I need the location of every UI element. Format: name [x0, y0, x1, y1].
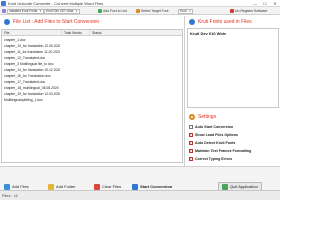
start-conversion-label: Start Conversion	[140, 184, 173, 189]
target-icon	[136, 9, 140, 13]
checkbox[interactable]	[189, 132, 193, 137]
column-header-total-words[interactable]: Total Words	[62, 30, 90, 36]
file-list-title: File List : Add Files to Start Conversio…	[13, 19, 100, 25]
font-select-value: Kruti Dev 010 Vista	[46, 9, 74, 13]
option-label: Show Load Files Options	[195, 133, 238, 137]
folder-icon	[48, 183, 54, 190]
checkbox[interactable]	[189, 156, 193, 161]
column-header-status[interactable]: Status	[90, 30, 182, 36]
checkbox[interactable]	[189, 148, 193, 153]
file-name: Multilingualsplitting_1.doc	[4, 98, 43, 102]
add-font-button[interactable]: Add Font to List	[98, 8, 127, 14]
checkbox[interactable]	[189, 140, 193, 145]
font-icon	[189, 19, 195, 25]
clear-files-label: Clear Files	[102, 184, 122, 189]
chevron-down-icon: ▼	[75, 9, 78, 13]
option-label: Auto Detect Kruti Fonts	[195, 141, 236, 145]
fonts-header: Kruti Fonts used in Files	[185, 16, 281, 28]
option-maintain-frames[interactable]: Maintain Text Frames Formatting	[189, 148, 251, 154]
file-list-panel: File List : Add Files to Start Conversio…	[0, 16, 184, 166]
font-preset-dropdown[interactable]: Installed Kruti Fonts ▼	[2, 8, 44, 14]
clear-icon	[94, 183, 100, 190]
option-show-load-files[interactable]: Show Load Files Options	[189, 132, 238, 138]
font-preset-label: Installed Kruti Fonts	[9, 9, 38, 13]
quit-label: Quit Application	[230, 184, 258, 189]
power-icon	[222, 183, 228, 190]
chevron-down-icon: ▼	[39, 9, 42, 13]
add-icon	[98, 9, 102, 13]
add-folder-label: Add Folder	[56, 184, 76, 189]
table-row[interactable]: Multilingualsplitting_1.doc	[2, 97, 182, 103]
kruti-select[interactable]: Kruti ▼	[178, 8, 194, 14]
add-files-icon	[4, 183, 10, 190]
target-font-dropdown[interactable]: Select Target Font	[136, 8, 168, 14]
settings-title: Settings	[198, 114, 217, 120]
add-files-label: Add Files	[12, 184, 29, 189]
option-auto-start[interactable]: Auto Start Conversion	[189, 124, 233, 130]
target-font-label: Select Target Font	[141, 9, 169, 13]
gear-icon	[189, 114, 195, 120]
option-auto-detect-fonts[interactable]: Auto Detect Kruti Fonts	[189, 140, 235, 146]
file-list-header: File List : Add Files to Start Conversio…	[0, 16, 184, 28]
option-label: Maintain Text Frames Formatting	[195, 149, 252, 153]
unregister-label: Un-Register Software	[235, 9, 268, 13]
option-correct-typing[interactable]: Correct Typing Errors	[189, 156, 232, 162]
font-preset-select[interactable]: Installed Kruti Fonts ▼	[7, 8, 44, 14]
option-label: Correct Typing Errors	[195, 157, 233, 161]
title-bar: Kruti Unicode Converter - Convert Multip…	[0, 0, 280, 7]
toolbar: Installed Kruti Fonts ▼ Kruti Dev 010 Vi…	[0, 7, 280, 15]
app-icon	[1, 1, 6, 6]
key-icon	[230, 9, 234, 13]
fonts-list[interactable]: Kruti Dev 010 Wide	[187, 28, 279, 108]
kruti-select-label: Kruti	[180, 9, 187, 13]
checkbox[interactable]	[189, 125, 193, 129]
minimize-button[interactable]: —	[250, 0, 260, 7]
file-count-status: Files : 11	[2, 193, 18, 198]
font-select-dropdown[interactable]: Kruti Dev 010 Vista ▼	[44, 8, 80, 14]
settings-header: Settings	[185, 112, 281, 122]
table-header: File Total Words Status	[2, 30, 182, 36]
list-icon	[4, 19, 10, 25]
option-label: Auto Start Conversion	[195, 125, 234, 129]
unregister-button[interactable]: Un-Register Software	[230, 8, 267, 14]
action-bar: Add Files Add Folder Clear Files Start C…	[0, 166, 280, 191]
font-select[interactable]: Kruti Dev 010 Vista ▼	[44, 8, 80, 14]
add-font-label: Add Font to List	[103, 9, 127, 13]
convert-icon	[132, 183, 138, 190]
close-button[interactable]: ✕	[270, 0, 280, 7]
fonts-title: Kruti Fonts used in Files	[198, 19, 252, 25]
font-list-item[interactable]: Kruti Dev 010 Wide	[190, 31, 226, 36]
window-title: Kruti Unicode Converter - Convert Multip…	[8, 1, 104, 6]
maximize-button[interactable]: ☐	[260, 0, 270, 7]
column-header-file[interactable]: File	[2, 30, 62, 36]
status-bar: Files : 11	[0, 190, 280, 200]
font-icon	[2, 9, 6, 13]
right-panel: Kruti Fonts used in Files Kruti Dev 010 …	[184, 16, 280, 166]
chevron-down-icon: ▼	[188, 9, 192, 13]
kruti-dropdown[interactable]: Kruti ▼	[178, 8, 194, 14]
file-table[interactable]: File Total Words Status chapter_1.doc ch…	[1, 29, 183, 163]
